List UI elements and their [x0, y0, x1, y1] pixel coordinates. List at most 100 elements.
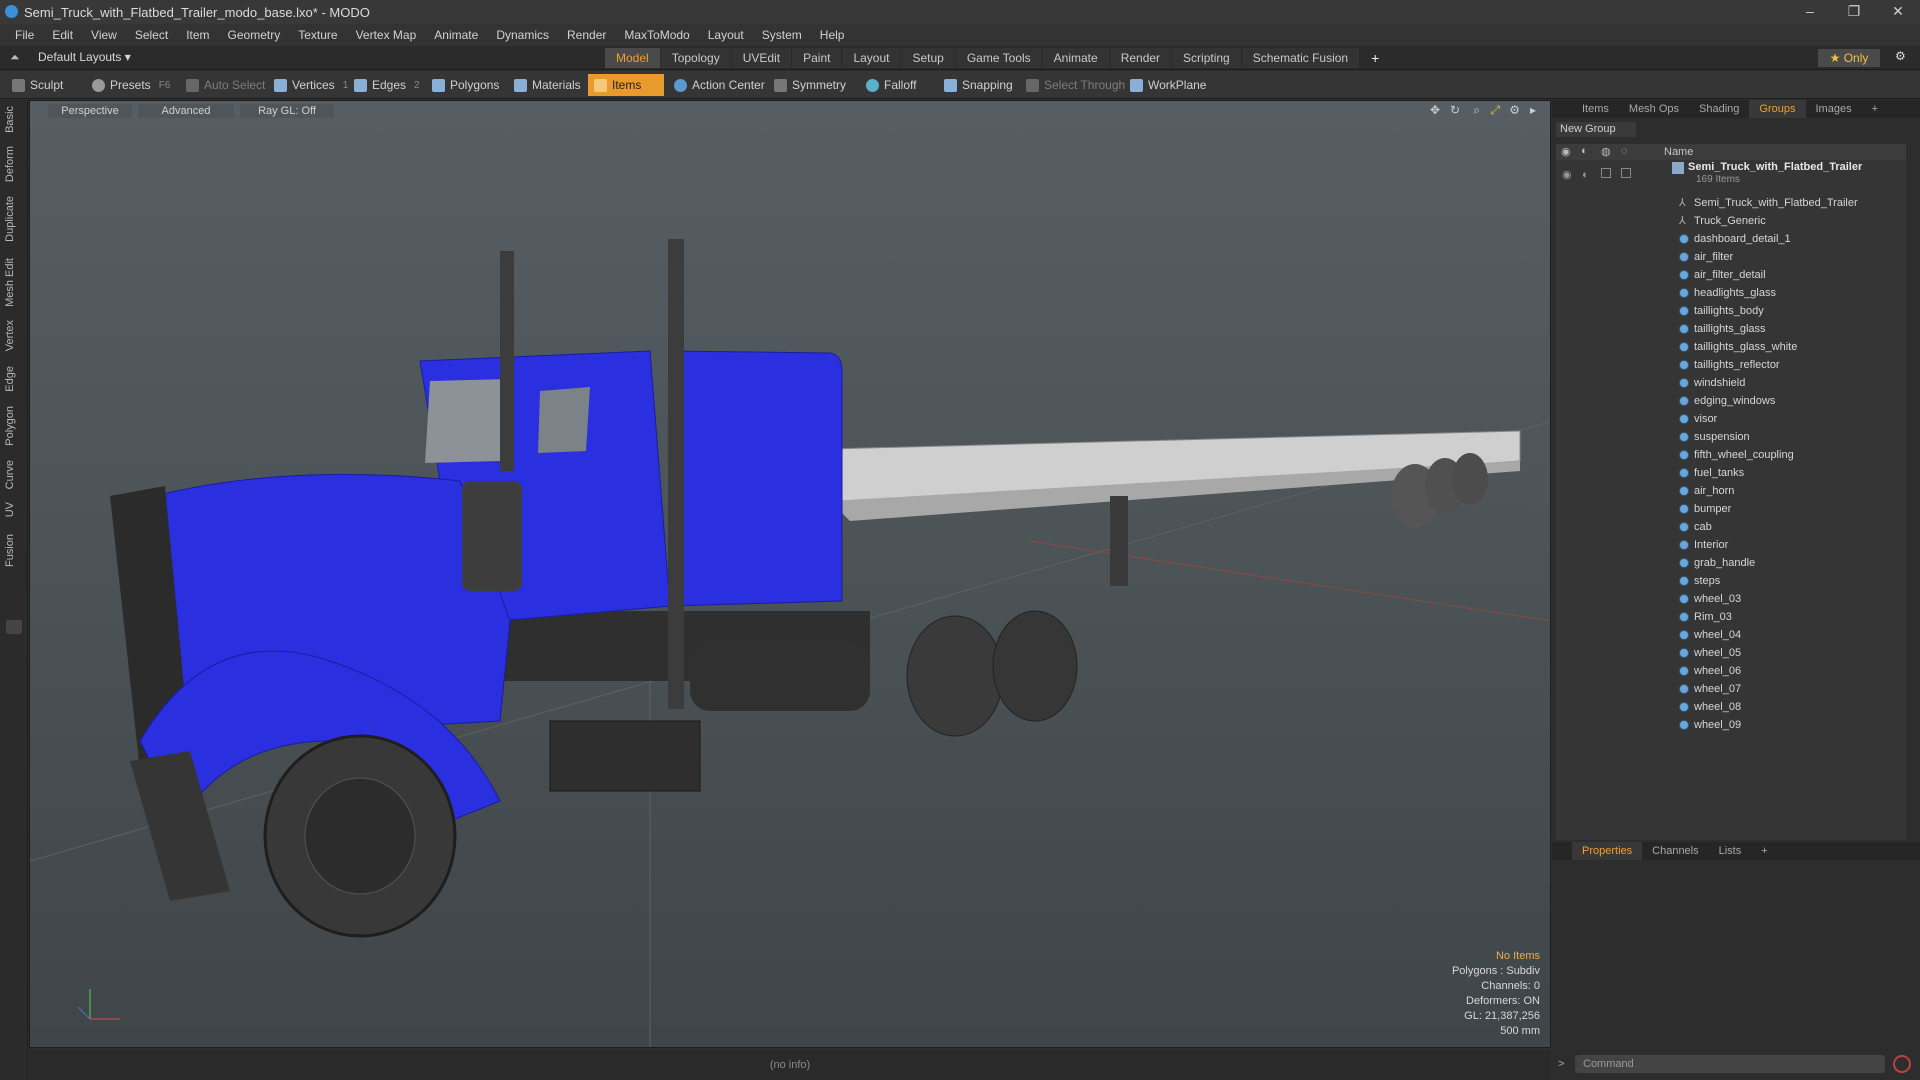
- groups-tree[interactable]: ◉ ◐ Semi_Truck_with_Flatbed_Trailer 169 …: [1556, 160, 1906, 840]
- items-button[interactable]: Items: [588, 74, 664, 96]
- visibility-column-icon[interactable]: ◉: [1561, 145, 1571, 158]
- group-item-row[interactable]: air_filter: [1556, 248, 1906, 266]
- group-item-row[interactable]: air_horn: [1556, 482, 1906, 500]
- group-item-row[interactable]: Rim_03: [1556, 608, 1906, 626]
- materials-button[interactable]: Materials: [508, 74, 587, 96]
- add-properties-tab-button[interactable]: +: [1751, 842, 1777, 860]
- falloff-button[interactable]: Falloff: [860, 74, 922, 96]
- group-item-row[interactable]: bumper: [1556, 500, 1906, 518]
- only-button[interactable]: ★ Only: [1818, 49, 1880, 67]
- menu-select[interactable]: Select: [126, 28, 177, 42]
- add-tab-button[interactable]: +: [1360, 48, 1390, 68]
- menu-item[interactable]: Item: [177, 28, 218, 42]
- group-item-row[interactable]: wheel_03: [1556, 590, 1906, 608]
- layout-arrow-icon[interactable]: ⏶: [10, 50, 20, 65]
- name-column-header[interactable]: Name: [1664, 146, 1693, 158]
- minimize-button[interactable]: –: [1788, 0, 1832, 24]
- menu-edit[interactable]: Edit: [43, 28, 82, 42]
- left-tab-curve[interactable]: Curve: [4, 460, 24, 489]
- group-item-row[interactable]: taillights_glass_white: [1556, 338, 1906, 356]
- left-tab-deform[interactable]: Deform: [4, 146, 24, 182]
- auto-select-button[interactable]: Auto Select: [180, 74, 271, 96]
- select-checkbox[interactable]: [1621, 168, 1631, 178]
- add-panel-tab-button[interactable]: +: [1862, 100, 1888, 118]
- group-item-row[interactable]: suspension: [1556, 428, 1906, 446]
- menu-texture[interactable]: Texture: [289, 28, 346, 42]
- tab-uvedit[interactable]: UVEdit: [731, 48, 792, 68]
- left-tab-mesh-edit[interactable]: Mesh Edit: [4, 258, 24, 307]
- tab-shading[interactable]: Shading: [1689, 100, 1749, 118]
- menu-vertex-map[interactable]: Vertex Map: [347, 28, 426, 42]
- menu-file[interactable]: File: [6, 28, 43, 42]
- menu-render[interactable]: Render: [558, 28, 615, 42]
- render-column-icon[interactable]: ◐: [1581, 145, 1588, 157]
- group-item-row[interactable]: fuel_tanks: [1556, 464, 1906, 482]
- presets-button[interactable]: Presets F6: [86, 74, 176, 96]
- menu-animate[interactable]: Animate: [425, 28, 487, 42]
- menu-system[interactable]: System: [753, 28, 811, 42]
- group-item-row[interactable]: Interior: [1556, 536, 1906, 554]
- left-tab-fusion[interactable]: Fusion: [4, 534, 24, 567]
- tab-scripting[interactable]: Scripting: [1172, 48, 1241, 68]
- group-item-row[interactable]: wheel_05: [1556, 644, 1906, 662]
- select-column-icon[interactable]: ◌: [1621, 145, 1628, 157]
- group-item-row[interactable]: wheel_08: [1556, 698, 1906, 716]
- close-button[interactable]: ✕: [1876, 0, 1920, 24]
- action-center-button[interactable]: Action Center: [668, 74, 771, 96]
- left-tab-uv[interactable]: UV: [4, 502, 24, 517]
- group-item-row[interactable]: wheel_04: [1556, 626, 1906, 644]
- tab-items[interactable]: Items: [1572, 100, 1619, 118]
- polygons-button[interactable]: Polygons: [426, 74, 505, 96]
- tab-game-tools[interactable]: Game Tools: [955, 48, 1042, 68]
- group-item-row[interactable]: visor: [1556, 410, 1906, 428]
- tab-render[interactable]: Render: [1109, 48, 1172, 68]
- group-item-row[interactable]: air_filter_detail: [1556, 266, 1906, 284]
- menu-view[interactable]: View: [82, 28, 126, 42]
- tab-topology[interactable]: Topology: [660, 48, 731, 68]
- tab-properties[interactable]: Properties: [1572, 842, 1643, 860]
- lock-column-icon[interactable]: ◍: [1601, 145, 1611, 158]
- group-item-row[interactable]: dashboard_detail_1: [1556, 230, 1906, 248]
- tab-setup[interactable]: Setup: [901, 48, 955, 68]
- menu-dynamics[interactable]: Dynamics: [487, 28, 558, 42]
- tab-layout[interactable]: Layout: [842, 48, 901, 68]
- restore-button[interactable]: ❐: [1832, 0, 1876, 24]
- group-item-row[interactable]: fifth_wheel_coupling: [1556, 446, 1906, 464]
- tab-images[interactable]: Images: [1806, 100, 1862, 118]
- group-item-row[interactable]: grab_handle: [1556, 554, 1906, 572]
- group-item-row[interactable]: taillights_glass: [1556, 320, 1906, 338]
- group-item-row[interactable]: cab: [1556, 518, 1906, 536]
- eye-icon[interactable]: ◉: [1562, 166, 1572, 184]
- tab-channels[interactable]: Channels: [1642, 842, 1708, 860]
- group-item-row[interactable]: taillights_reflector: [1556, 356, 1906, 374]
- tab-model[interactable]: Model: [605, 48, 660, 68]
- select-through-button[interactable]: Select Through: [1020, 74, 1131, 96]
- workplane-button[interactable]: WorkPlane: [1124, 74, 1212, 96]
- edges-button[interactable]: Edges 2: [348, 74, 426, 96]
- root-group-row[interactable]: ◉ ◐ Semi_Truck_with_Flatbed_Trailer 169 …: [1556, 160, 1906, 190]
- group-item-row[interactable]: windshield: [1556, 374, 1906, 392]
- left-tab-edge[interactable]: Edge: [4, 366, 24, 392]
- group-item-row[interactable]: ⅄ Semi_Truck_with_Flatbed_Trailer: [1556, 194, 1906, 212]
- group-item-row[interactable]: steps: [1556, 572, 1906, 590]
- left-tab-toggle[interactable]: [6, 620, 22, 634]
- menu-layout[interactable]: Layout: [699, 28, 753, 42]
- tab-animate[interactable]: Animate: [1042, 48, 1109, 68]
- group-item-row[interactable]: taillights_body: [1556, 302, 1906, 320]
- tab-lists[interactable]: Lists: [1709, 842, 1752, 860]
- group-item-row[interactable]: wheel_06: [1556, 662, 1906, 680]
- gear-icon[interactable]: ⚙: [1895, 49, 1906, 63]
- menu-geometry[interactable]: Geometry: [219, 28, 290, 42]
- tab-groups[interactable]: Groups: [1749, 100, 1806, 118]
- left-tab-vertex[interactable]: Vertex: [4, 320, 24, 351]
- tab-mesh-ops[interactable]: Mesh Ops: [1619, 100, 1689, 118]
- default-layouts-dropdown[interactable]: Default Layouts ▾: [38, 50, 131, 64]
- left-tab-duplicate[interactable]: Duplicate: [4, 196, 24, 242]
- 3d-viewport[interactable]: Perspective Advanced Ray GL: Off ✥ ↻ ⌕ ⤢…: [29, 100, 1551, 1048]
- lock-checkbox[interactable]: [1601, 168, 1611, 178]
- tab-schematic-fusion[interactable]: Schematic Fusion: [1241, 48, 1360, 68]
- new-group-button[interactable]: New Group: [1556, 122, 1636, 137]
- record-icon[interactable]: [1893, 1055, 1911, 1073]
- group-item-row[interactable]: wheel_07: [1556, 680, 1906, 698]
- command-input[interactable]: Command: [1575, 1055, 1885, 1073]
